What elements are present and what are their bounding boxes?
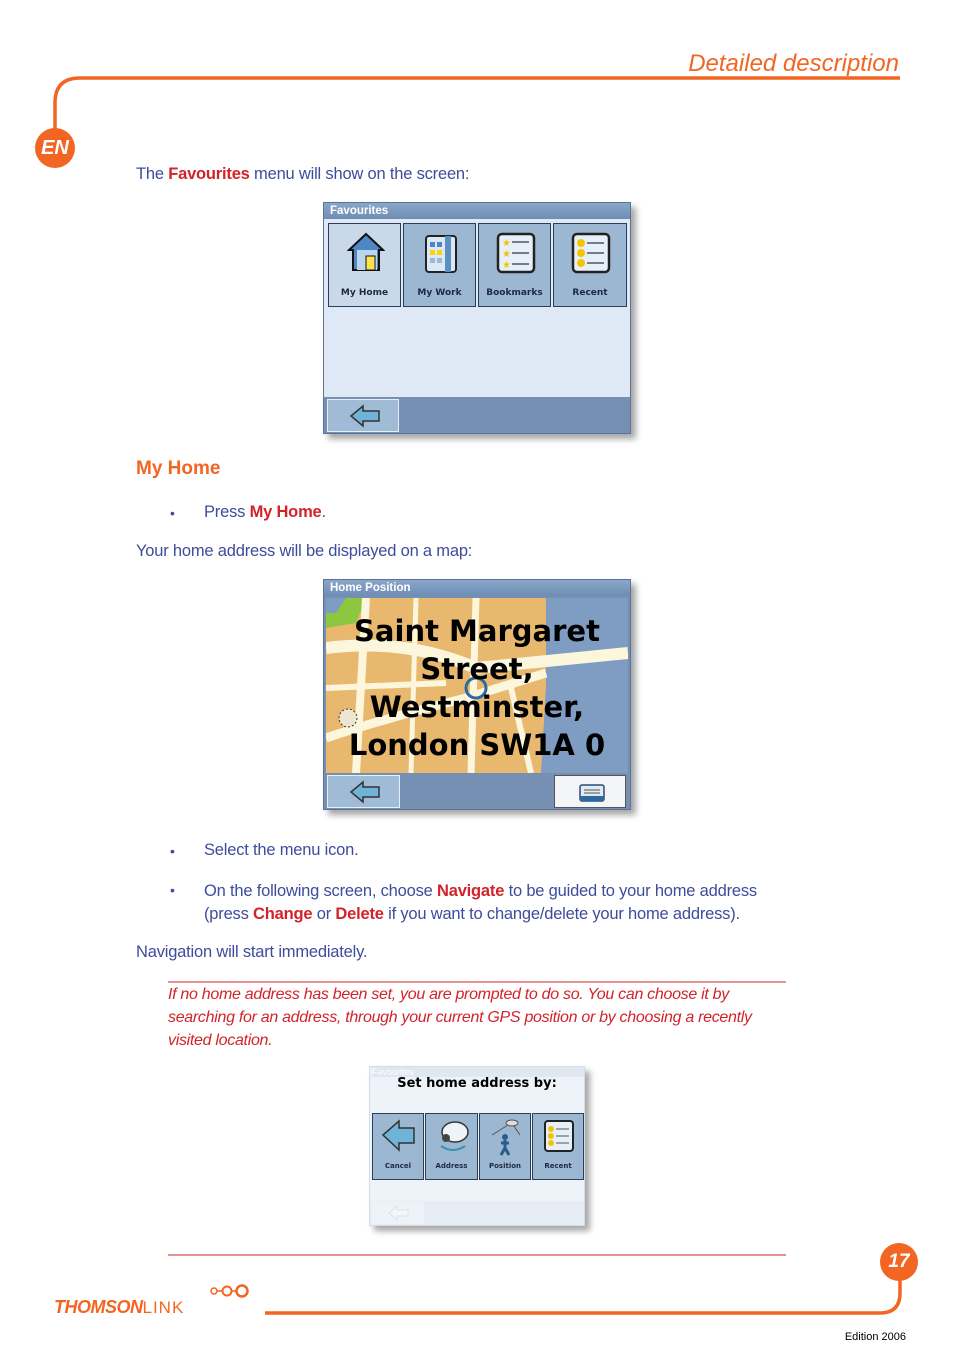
set-home-screen: Favourites Set home address by: Cancel A… [369,1066,585,1226]
bookmarks-list-icon: ★ ★ ★ [496,232,536,274]
address-line: Saint Margaret [354,614,600,648]
svg-text:★: ★ [502,238,511,249]
home-position-screen: Home Position Saint Margaret Street, Wes… [323,579,631,810]
home-position-title: Home Position [324,580,630,596]
svg-text:★: ★ [502,260,511,271]
tile-bookmarks[interactable]: ★ ★ ★ Bookmarks [478,223,551,307]
step-press-my-home: Press My Home. [204,503,326,522]
bullet-2: • [170,843,175,859]
link-circles-icon [210,1284,249,1298]
language-badge: EN [35,128,75,168]
menu-icon [579,784,605,802]
office-building-icon [425,235,457,273]
svg-text:★: ★ [502,249,511,260]
tile-my-home[interactable]: My Home [328,223,401,307]
tile-label: My Work [417,288,462,298]
section-title: Detailed description [688,50,899,77]
house-icon [347,232,385,271]
recent-list-icon [571,232,611,274]
recent-list-icon [544,1120,574,1152]
map-intro-text: Your home address will be displayed on a… [136,542,473,560]
brand-name: THOMSON [54,1297,143,1317]
tile-recent[interactable]: Recent [553,223,627,307]
step-text: (press [204,905,254,923]
tile-label: Address [435,1162,468,1170]
bullet-3: • [170,882,175,898]
tile-label: Recent [544,1162,572,1170]
step-bold: Navigate [437,882,505,900]
step-text: . [321,503,327,521]
address-overlay: Saint Margaret Street, Westminster, Lond… [326,612,628,764]
back-arrow-icon [381,1119,415,1152]
note-text: If no home address has been set, you are… [168,986,752,1049]
address-line: Street, [420,652,534,686]
faded-back-button [372,1202,424,1224]
step-text: to be guided to your home address [504,882,758,900]
step-text: or [312,905,336,923]
satellite-dish-icon [440,1121,469,1151]
map-view[interactable]: Saint Margaret Street, Westminster, Lond… [326,598,628,773]
page-number-badge: 17 [880,1243,918,1281]
faded-bottom-bar [370,1201,584,1225]
favourites-title: Favourites [324,203,630,219]
tile-my-work[interactable]: My Work [403,223,476,307]
step-text: On the following screen, choose [204,882,437,900]
tile-label: Bookmarks [486,288,543,298]
tile-label: Cancel [384,1162,412,1170]
gps-person-icon [491,1119,521,1156]
step-select-menu: Select the menu icon. [204,841,359,859]
tile-recent[interactable]: Recent [532,1113,584,1180]
step-bold: My Home [249,503,322,521]
favourites-screen: Favourites My Home My Work ★ ★ ★ Bookmar… [323,202,631,434]
back-arrow-icon [349,780,380,804]
menu-button[interactable] [554,775,626,808]
address-line: London SW1A 0 [348,728,606,762]
brand-suffix: LINK [142,1298,185,1317]
tile-cancel[interactable]: Cancel [372,1113,424,1180]
back-button[interactable] [327,775,400,808]
favourites-bottom-bar [324,397,630,433]
my-home-heading: My Home [136,458,221,479]
step-bold: Change [253,905,313,923]
intro-bold: Favourites [168,165,250,183]
set-home-prompt: Set home address by: [397,1076,557,1091]
intro-suffix: menu will show on the screen: [249,165,470,183]
intro-text: The Favourites menu will show on the scr… [136,165,469,184]
back-arrow-icon [349,404,380,428]
step-bold: Delete [335,905,384,923]
step-navigate: On the following screen, choose Navigate… [204,880,824,926]
tile-label: Recent [572,288,608,298]
thomson-link-logo: THOMSONLINK [54,1284,249,1318]
step-text: if you want to change/delete your home a… [383,905,740,923]
intro-prefix: The [136,165,169,183]
step-text: Press [204,503,250,521]
tile-position[interactable]: Position [479,1113,531,1180]
bullet-1: • [170,505,175,521]
edition-text: Edition 2006 [844,1331,906,1343]
tile-label: My Home [340,288,389,298]
navigation-start-text: Navigation will start immediately. [136,943,368,961]
tile-label: Position [488,1162,522,1170]
back-button[interactable] [327,399,399,432]
back-arrow-icon [388,1205,409,1221]
tile-address[interactable]: Address [425,1113,478,1180]
address-line: Westminster, [369,690,585,724]
